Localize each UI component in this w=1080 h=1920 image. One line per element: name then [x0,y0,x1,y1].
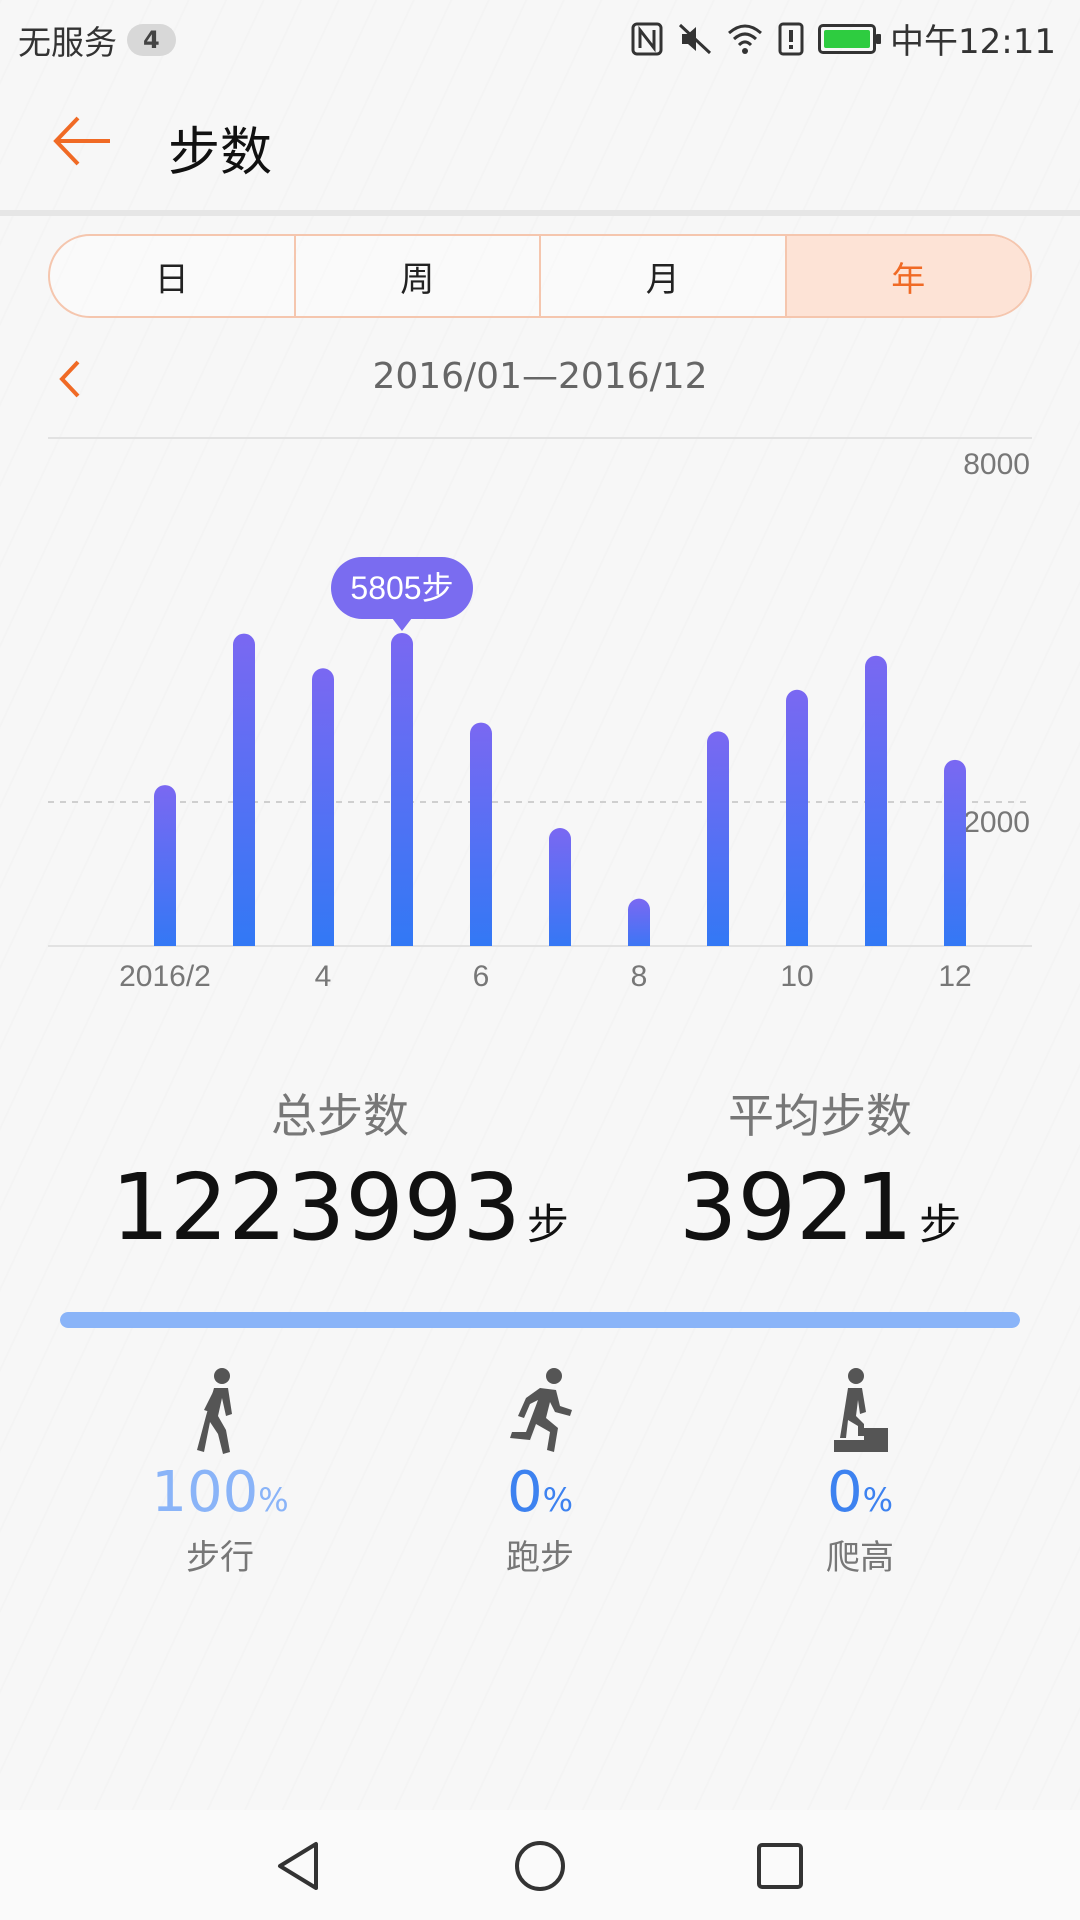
tab-day[interactable]: 日 [50,236,296,316]
recents-square-icon[interactable] [750,1836,810,1896]
gridline-label-top: 8000 [963,448,1030,481]
activity-climbing: 0% 爬高 [740,1366,980,1579]
chevron-left-icon[interactable] [50,354,90,404]
tab-year[interactable]: 年 [786,236,1030,316]
running-label: 跑步 [506,1537,574,1578]
climbing-percent: 0% [826,1460,894,1525]
chart-bar[interactable] [312,668,334,957]
chart-bar[interactable] [391,632,413,957]
total-steps-label: 总步数 [271,1089,409,1143]
activity-running: 0% 跑步 [420,1366,660,1579]
page-title: 步数 [168,123,273,183]
activity-walking: 100% 步行 [100,1366,340,1579]
home-circle-icon[interactable] [510,1836,570,1896]
walking-icon [197,1368,232,1454]
tooltip-text: 5805步 [350,570,453,606]
system-nav-bar [0,1810,1080,1920]
walking-percent: 100% [151,1460,289,1525]
x-tick-label: 4 [315,960,332,993]
activity-breakdown: 100% 步行 0% 跑步 0% 爬高 [0,1366,1080,1586]
summary-section: 总步数 1223993 步 平均步数 3921 步 [0,1080,1080,1260]
x-tick-label: 10 [780,960,813,993]
average-steps-block: 平均步数 3921 步 [550,1080,1080,1254]
x-tick-label: 8 [631,960,648,993]
carrier-label: 无服务 [18,23,117,62]
chart-bar[interactable] [628,898,650,957]
total-steps-value: 1223993 [111,1154,521,1261]
chart-bar[interactable] [786,689,808,957]
climbing-icon [834,1368,888,1452]
steps-bar-chart: 8000 2000 2016/2 4 6 8 10 12 5805步 [48,437,1032,993]
x-tick-label: 2016/2 [119,960,211,993]
chart-bar[interactable] [154,785,176,957]
average-steps-unit: 步 [919,1200,962,1249]
average-steps-value: 3921 [678,1154,914,1261]
alert-icon [778,22,804,55]
status-icons: 中午12:11 [630,14,1056,63]
gridline-label-mid: 2000 [963,806,1030,839]
battery-icon [818,23,882,54]
arrow-left-icon[interactable] [48,106,118,176]
notification-count-badge: 4 [127,24,176,56]
app-bar: 步数 [0,76,1080,206]
x-tick-label: 12 [938,960,971,993]
nfc-icon [631,22,663,55]
chart-bar[interactable] [865,655,887,957]
chart-bar[interactable] [549,827,571,957]
tooltip-pointer [392,617,412,631]
running-percent: 0% [506,1460,574,1525]
running-icon [510,1368,572,1452]
chart-bar[interactable] [707,731,729,957]
chart-bar[interactable] [944,759,966,957]
climbing-label: 爬高 [826,1537,894,1578]
header-divider [0,210,1080,216]
wifi-icon [728,24,763,54]
status-bar: 无服务 4 中午12:11 [0,0,1080,76]
activity-progress-bar [60,1312,1020,1328]
chart-bar[interactable] [470,722,492,957]
back-triangle-icon[interactable] [270,1836,330,1896]
x-tick-label: 6 [473,960,490,993]
progress-fill-walking [60,1312,1020,1328]
period-range: 2016/01—2016/12 [372,356,708,397]
tab-week[interactable]: 周 [296,236,541,316]
chart-bar[interactable] [233,633,255,957]
mute-icon [678,23,712,54]
average-steps-label: 平均步数 [728,1089,912,1143]
clock: 中午12:11 [890,22,1056,62]
carrier-info: 无服务 4 [18,16,176,64]
period-tabs: 日 周 月 年 [48,234,1032,318]
tab-month[interactable]: 月 [541,236,787,316]
total-steps-block: 总步数 1223993 步 [70,1080,610,1254]
walking-label: 步行 [186,1537,254,1578]
